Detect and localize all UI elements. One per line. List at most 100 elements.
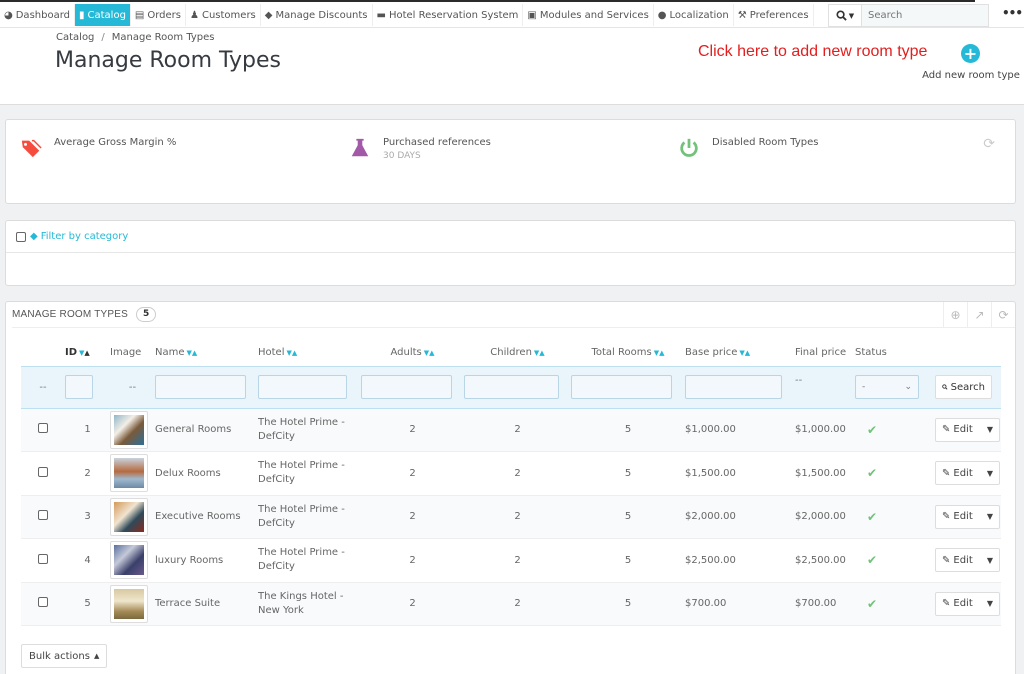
filter-adults-input[interactable] (361, 375, 452, 399)
add-new-room-type-label: Add new room type (922, 70, 1020, 81)
sort-icon[interactable]: ▼▲ (654, 349, 665, 357)
bulk-actions-button[interactable]: Bulk actions ▲ (21, 644, 108, 668)
export-icon[interactable]: ↗ (967, 302, 991, 328)
table-row[interactable]: 1 General Rooms The Hotel Prime - DefCity 2 2… (21, 408, 1001, 452)
edit-button[interactable]: ✎ Edit ▼ (935, 504, 1000, 529)
status-enabled-check-icon[interactable]: ✔ (867, 553, 877, 567)
filter-by-category-checkbox[interactable] (16, 231, 26, 242)
more-menu-icon[interactable]: ••• (1002, 6, 1023, 20)
cell-name: Executive Rooms (155, 495, 258, 539)
col-name[interactable]: Name ▼▲ (155, 340, 258, 366)
caret-down-icon[interactable]: ▼ (987, 556, 993, 565)
nav-customers[interactable]: ♟ Customers (186, 4, 261, 26)
add-new-icon[interactable]: ⊕ (943, 302, 967, 328)
table-row[interactable]: 5 Terrace Suite The Kings Hotel - New York 2… (21, 582, 1001, 626)
room-thumbnail (110, 454, 148, 493)
nav-hotel-reservation-system[interactable]: ▬ Hotel Reservation System (373, 4, 524, 26)
tags-icon (21, 139, 42, 158)
col-hotel[interactable]: Hotel ▼▲ (258, 340, 361, 366)
breadcrumb-catalog[interactable]: Catalog (56, 32, 94, 43)
cell-base-price: $1,000.00 (685, 408, 795, 452)
cell-id: 2 (65, 451, 110, 496)
row-checkbox[interactable] (38, 553, 48, 564)
filter-name-input[interactable] (155, 375, 246, 399)
col-total-rooms[interactable]: Total Rooms ▼▲ (571, 340, 685, 366)
filter-by-category-link[interactable]: ◆ Filter by category (30, 231, 128, 242)
kpi-average-gross-margin: Average Gross Margin % (20, 137, 176, 159)
globe-icon: ● (657, 9, 667, 21)
edit-button[interactable]: ✎ Edit ▼ (935, 417, 1000, 442)
col-children[interactable]: Children ▼▲ (464, 340, 571, 366)
header-row: ID ▼▲ Image Name ▼▲ Hotel ▼▲ Adults ▼▲ Child… (21, 340, 1001, 366)
status-enabled-check-icon[interactable]: ✔ (867, 510, 877, 524)
cell-hotel: The Hotel Prime - DefCity (258, 495, 361, 539)
filter-children-input[interactable] (464, 375, 559, 399)
cell-final-price: $2,000.00 (795, 495, 855, 539)
nav-localization[interactable]: ● Localization (654, 4, 734, 26)
nav-modules-and-services[interactable]: ▣ Modules and Services (523, 4, 654, 26)
nav-dashboard[interactable]: ◕ Dashboard (0, 4, 75, 26)
caret-down-icon[interactable]: ▼ (987, 425, 993, 434)
row-checkbox[interactable] (38, 597, 48, 608)
tag-icon: ◆ (30, 231, 38, 242)
sort-icon[interactable]: ▼▲ (79, 349, 90, 357)
nav-manage-discounts[interactable]: ◆ Manage Discounts (261, 4, 373, 26)
nav-orders[interactable]: ▤ Orders (131, 4, 187, 26)
sort-icon[interactable]: ▼▲ (739, 349, 750, 357)
filter-row: -- -- -- - ⌄ Search (21, 365, 1001, 409)
add-new-room-type-button[interactable]: + Add new room type (920, 44, 1020, 81)
row-checkbox[interactable] (38, 423, 48, 434)
filter-total-rooms-input[interactable] (571, 375, 672, 399)
col-id[interactable]: ID ▼▲ (65, 340, 110, 366)
edit-button[interactable]: ✎ Edit ▼ (935, 548, 1000, 573)
nav-preferences[interactable]: ⚒ Preferences (734, 4, 814, 26)
caret-down-icon[interactable]: ▼ (987, 599, 993, 608)
cell-children: 2 (464, 451, 571, 496)
edit-button[interactable]: ✎ Edit ▼ (935, 461, 1000, 486)
search-button[interactable]: Search (935, 375, 992, 399)
pencil-icon: ✎ (942, 598, 951, 610)
table-row[interactable]: 3 Executive Rooms The Hotel Prime - DefCity… (21, 495, 1001, 539)
search-input[interactable] (862, 4, 989, 27)
sort-icon[interactable]: ▼▲ (287, 349, 298, 357)
edit-button[interactable]: ✎ Edit ▼ (935, 591, 1000, 616)
sort-icon[interactable]: ▼▲ (424, 349, 435, 357)
room-thumbnail (110, 410, 148, 449)
dashboard-icon: ◕ (4, 9, 13, 21)
refresh-list-icon[interactable]: ⟳ (991, 302, 1015, 328)
room-types-list-panel: MANAGE ROOM TYPES 5 ⊕ ↗ ⟳ ID ▼▲ Image Nam… (5, 301, 1016, 674)
caret-down-icon[interactable]: ▼ (987, 469, 993, 478)
annotation-hint: Click here to add new room type (698, 43, 928, 60)
sort-icon[interactable]: ▼▲ (534, 349, 545, 357)
filter-base-price-input[interactable] (685, 375, 782, 399)
status-enabled-check-icon[interactable]: ✔ (867, 423, 877, 437)
cell-id: 1 (65, 408, 110, 452)
cell-name: luxury Rooms (155, 538, 258, 583)
page-scrollbar[interactable] (1016, 105, 1024, 674)
filter-dash: -- (39, 381, 47, 393)
col-base-price[interactable]: Base price ▼▲ (685, 340, 795, 366)
col-adults[interactable]: Adults ▼▲ (361, 340, 464, 366)
table-row[interactable]: 2 Delux Rooms The Hotel Prime - DefCity 2 2 5 $… (21, 451, 1001, 496)
cell-total-rooms: 5 (571, 495, 685, 539)
filter-hotel-input[interactable] (258, 375, 347, 399)
filter-id-input[interactable] (65, 375, 93, 399)
row-checkbox[interactable] (38, 466, 48, 477)
cell-total-rooms: 5 (571, 538, 685, 583)
search-type-button[interactable]: ▼ (828, 4, 862, 27)
room-thumbnail (110, 541, 148, 580)
table-row[interactable]: 4 luxury Rooms The Hotel Prime - DefCity 2 2 5… (21, 538, 1001, 583)
refresh-icon[interactable]: ⟳ (983, 136, 995, 152)
row-checkbox[interactable] (38, 510, 48, 521)
filter-by-category-panel: ◆ Filter by category (5, 220, 1016, 286)
caret-down-icon[interactable]: ▼ (987, 512, 993, 521)
filter-status-select[interactable]: - ⌄ (855, 375, 919, 399)
nav-catalog[interactable]: ▮ Catalog (75, 4, 131, 26)
breadcrumb-current: Manage Room Types (111, 32, 215, 43)
status-enabled-check-icon[interactable]: ✔ (867, 466, 877, 480)
kpi-panel: Average Gross Margin % Purchased referen… (5, 119, 1016, 204)
sort-icon[interactable]: ▼▲ (187, 349, 198, 357)
status-enabled-check-icon[interactable]: ✔ (867, 597, 877, 611)
power-icon (680, 138, 698, 157)
caret-up-icon: ▲ (93, 652, 100, 660)
